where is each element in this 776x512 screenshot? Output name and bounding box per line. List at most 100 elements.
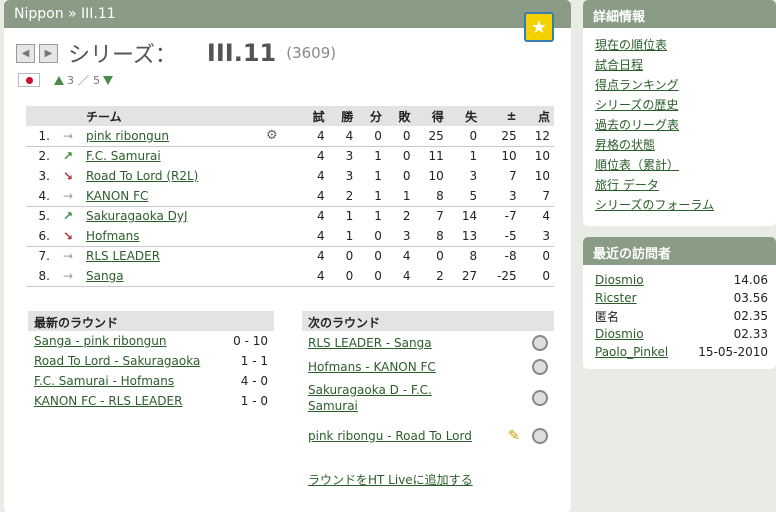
level-down-icon[interactable] xyxy=(103,75,113,85)
match-link[interactable]: Sakuragaoka D - F.C. Samurai xyxy=(308,382,478,414)
stat-gf-cell: 8 xyxy=(414,186,448,207)
sidebar-link[interactable]: 得点ランキング xyxy=(595,78,679,92)
position-cell: 7. xyxy=(38,249,50,264)
stat-gf-cell: 10 xyxy=(428,169,444,183)
add-to-ht-live-link[interactable]: ラウンドをHT Liveに追加する xyxy=(308,473,473,487)
latest-match-row: KANON FC - RLS LEADER 1 - 0 xyxy=(28,391,274,411)
stat-ga-cell: 1 xyxy=(469,149,478,164)
team-link[interactable]: Sakuragaoka DyJ xyxy=(86,209,188,223)
stat-diff-cell: 10 xyxy=(501,149,517,164)
table-row: 6. ↘ Hofmans 4 1 0 3 8 13 -5 3 xyxy=(26,226,554,247)
edit-lineup-icon[interactable]: ✎ xyxy=(508,428,524,444)
match-preview-icon[interactable] xyxy=(532,335,548,351)
stat-p-cell: 4 xyxy=(300,126,329,147)
team-icon-cell xyxy=(262,146,300,166)
visitor-link[interactable]: Paolo_Pinkel xyxy=(595,345,668,359)
stat-pts-cell: 4 xyxy=(542,209,550,224)
stat-ga-cell: 5 xyxy=(447,186,482,207)
series-level-row: 3 ／ 5 xyxy=(18,72,113,88)
stat-l-cell: 3 xyxy=(385,226,415,247)
stat-diff-cell: 25 xyxy=(481,126,521,147)
match-link[interactable]: Road To Lord - Sakuragaoka xyxy=(34,354,200,368)
team-icon-cell: ⚙ xyxy=(262,126,300,147)
stat-d-cell: 1 xyxy=(374,209,382,224)
standings-table: チーム 試 勝 分 敗 得 失 ± 点 1. → pink ribongun ⚙ 4 4 0… xyxy=(26,106,554,287)
position-cell: 2. xyxy=(38,149,50,164)
trend-up-icon: ↗ xyxy=(62,209,74,224)
match-link[interactable]: F.C. Samurai - Hofmans xyxy=(34,374,174,388)
team-link[interactable]: Hofmans xyxy=(86,229,140,243)
details-panel: 詳細情報 現在の順位表 試合日程得点ランキング シリーズの歴史 過去のリーグ表 昇格の状… xyxy=(583,0,776,226)
sidebar-link[interactable]: 旅行 データ xyxy=(595,178,659,192)
next-match-row: pink ribongu - Road To Lord ✎ xyxy=(302,417,554,455)
visitor-link[interactable]: Ricster xyxy=(595,291,637,305)
match-link[interactable]: RLS LEADER - Sanga xyxy=(308,335,432,351)
visitor-row: Diosmio 14.06 xyxy=(583,271,776,289)
sidebar-link[interactable]: シリーズの歴史 xyxy=(595,98,678,112)
visitor-link[interactable]: Diosmio xyxy=(595,273,644,287)
stat-p-cell: 4 xyxy=(300,266,329,287)
team-link[interactable]: pink ribongun xyxy=(86,129,169,143)
position-cell: 3. xyxy=(38,169,50,183)
stat-pts-cell: 12 xyxy=(520,126,554,147)
match-link[interactable]: pink ribongu - Road To Lord xyxy=(308,428,472,444)
series-name: III.11 xyxy=(206,39,277,67)
team-link[interactable]: F.C. Samurai xyxy=(86,149,161,163)
level-total: 5 xyxy=(93,73,100,87)
latest-match-row: F.C. Samurai - Hofmans 4 - 0 xyxy=(28,371,274,391)
sidebar-link[interactable]: 過去のリーグ表 xyxy=(595,118,679,132)
team-link[interactable]: Road To Lord (R2L) xyxy=(86,169,198,183)
match-score: 1 - 0 xyxy=(240,394,268,408)
prev-series-button[interactable]: ◀ xyxy=(16,43,35,63)
sidebar-link[interactable]: 順位表（累計） xyxy=(595,158,679,172)
japan-flag-icon[interactable] xyxy=(18,73,40,87)
breadcrumb[interactable]: Nippon » III.11 xyxy=(4,0,571,28)
match-score: 4 - 0 xyxy=(240,374,268,388)
next-round-box: 次のラウンド RLS LEADER - Sanga Hofmans - KANON… xyxy=(302,311,554,488)
stat-gf-cell: 8 xyxy=(414,226,448,247)
match-preview-icon[interactable] xyxy=(532,428,548,444)
team-link[interactable]: Sanga xyxy=(86,269,124,283)
next-series-button[interactable]: ▶ xyxy=(39,43,58,63)
col-header-points: 点 xyxy=(520,106,554,126)
match-link[interactable]: Sanga - pink ribongun xyxy=(34,334,167,348)
sidebar-link[interactable]: 現在の順位表 xyxy=(595,38,667,52)
sidebar-link[interactable]: 昇格の状態 xyxy=(595,138,655,152)
col-header xyxy=(54,106,82,126)
team-link[interactable]: KANON FC xyxy=(86,189,148,203)
level-up-icon[interactable] xyxy=(54,75,64,85)
stat-diff-cell: 3 xyxy=(481,186,521,207)
stat-ga-cell: 27 xyxy=(447,266,482,287)
details-title: 詳細情報 xyxy=(583,0,776,28)
level-separator: ／ xyxy=(78,74,89,87)
position-cell: 4. xyxy=(26,186,54,207)
stat-l-cell: 1 xyxy=(385,186,415,207)
team-icon-cell xyxy=(262,266,300,287)
match-link[interactable]: KANON FC - RLS LEADER xyxy=(34,394,182,408)
visitor-link[interactable]: Diosmio xyxy=(595,327,644,341)
match-link[interactable]: Hofmans - KANON FC xyxy=(308,359,436,375)
match-score: 0 - 10 xyxy=(233,334,268,348)
visitors-title: 最近の訪問者 xyxy=(583,237,776,265)
sidebar-link[interactable]: シリーズのフォーラム xyxy=(595,198,714,212)
level-current: 3 xyxy=(67,73,74,87)
col-header-played: 試 xyxy=(300,106,329,126)
table-row: 7. → RLS LEADER 4 0 0 4 0 8 -8 0 xyxy=(26,246,554,266)
stat-w-cell: 1 xyxy=(328,226,358,247)
sidebar-link[interactable]: 試合日程 xyxy=(595,58,643,72)
col-header-goals-for: 得 xyxy=(414,106,448,126)
stat-pts-cell: 10 xyxy=(534,169,550,183)
team-icon-cell xyxy=(262,246,300,266)
stat-d-cell: 1 xyxy=(357,186,386,207)
stat-d-cell: 0 xyxy=(357,126,386,147)
favorite-star-icon[interactable]: ★ xyxy=(524,12,554,42)
match-preview-icon[interactable] xyxy=(532,390,548,406)
team-icon-cell xyxy=(262,186,300,207)
match-preview-icon[interactable] xyxy=(532,359,548,375)
team-link[interactable]: RLS LEADER xyxy=(86,249,160,263)
visitor-row: Ricster 03.56 xyxy=(583,289,776,307)
trend-same-icon: → xyxy=(54,126,82,147)
stat-p-cell: 4 xyxy=(300,226,329,247)
next-match-row: Hofmans - KANON FC xyxy=(302,355,554,379)
stat-p-cell: 4 xyxy=(300,186,329,207)
